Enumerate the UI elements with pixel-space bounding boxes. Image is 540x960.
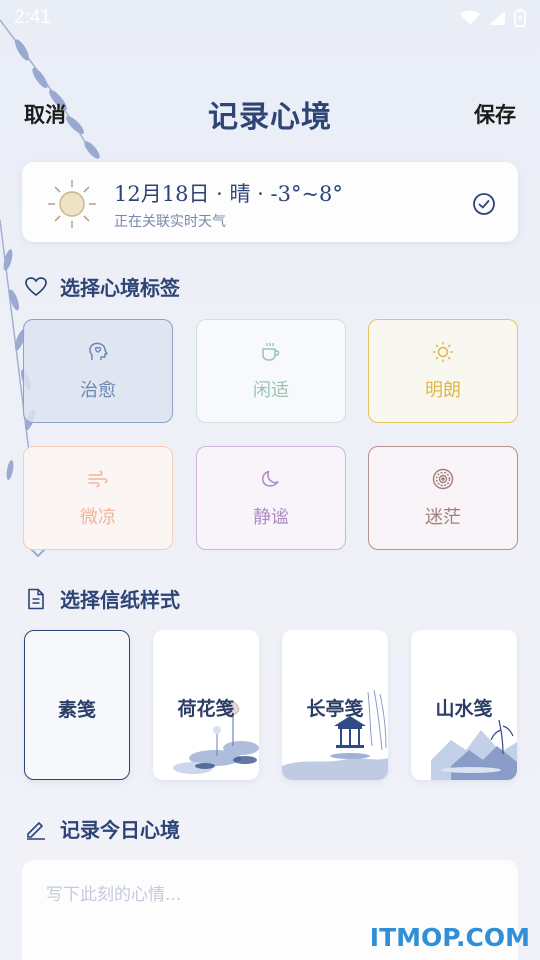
paper-label: 长亭笺 [306,698,364,720]
landscape-illustration [431,719,517,780]
weather-date-line: 12月18日 · 晴 · -3°~8° [114,182,343,206]
sun-icon [433,342,453,362]
mood-tag-serene[interactable]: 静谧 [196,446,346,550]
watermark: ITMOP.COM [369,923,530,952]
entry-section-title: 记录今日心境 [60,818,180,842]
paper-lotus[interactable]: 荷花笺 [153,630,259,780]
sun-weather-icon [48,180,96,228]
signal-icon [489,11,505,25]
mood-tag-lost[interactable]: 迷茫 [368,446,518,550]
save-button[interactable]: 保存 [474,99,516,129]
spiral-icon [432,468,454,490]
paper-label: 素笺 [57,699,96,721]
mood-tag-label: 明朗 [425,380,461,401]
weather-status-text: 正在关联实时天气 [114,214,226,230]
mood-section-header: 选择心境标签 [24,272,180,301]
page-title: 记录心境 [208,100,332,135]
header-bar: 取消 记录心境 保存 [0,88,540,138]
heart-icon [25,276,47,296]
status-icons [460,9,526,27]
check-circle-icon[interactable] [472,192,496,216]
paper-pavilion[interactable]: 长亭笺 [282,630,388,780]
paper-plain[interactable]: 素笺 [24,630,130,780]
mood-section-title: 选择心境标签 [60,276,180,300]
moon-icon [262,470,279,487]
pen-icon [27,821,45,840]
paper-landscape[interactable]: 山水笺 [411,630,517,780]
mood-tag-label: 闲适 [253,380,289,401]
wind-icon [88,470,108,488]
paper-section-title: 选择信纸样式 [60,588,180,612]
entry-section-header: 记录今日心境 [24,814,180,843]
mood-tag-leisure[interactable]: 闲适 [196,319,346,423]
mood-tag-cool[interactable]: 微凉 [23,446,173,550]
status-bar: 2:41 [0,0,540,36]
mood-tag-bright[interactable]: 明朗 [368,319,518,423]
tea-cup-icon [262,343,280,361]
mood-tag-label: 静谧 [253,507,289,528]
entry-placeholder: 写下此刻的心情... [46,885,182,905]
pavilion-illustration [282,689,388,780]
wifi-icon [460,10,480,25]
head-heart-icon [89,342,108,360]
battery-icon [514,9,526,27]
paper-label: 荷花笺 [177,698,235,720]
paper-section-header: 选择信纸样式 [24,584,180,613]
status-time: 2:41 [14,7,51,28]
mood-tag-healing[interactable]: 治愈 [23,319,173,423]
lotus-illustration [173,702,259,774]
paper-label: 山水笺 [435,698,493,720]
mood-tag-label: 微凉 [80,507,116,528]
mood-tag-label: 治愈 [80,380,116,401]
document-icon [28,588,44,609]
mood-tag-label: 迷茫 [425,507,461,528]
weather-card[interactable]: 12月18日 · 晴 · -3°~8° 正在关联实时天气 [22,162,518,242]
